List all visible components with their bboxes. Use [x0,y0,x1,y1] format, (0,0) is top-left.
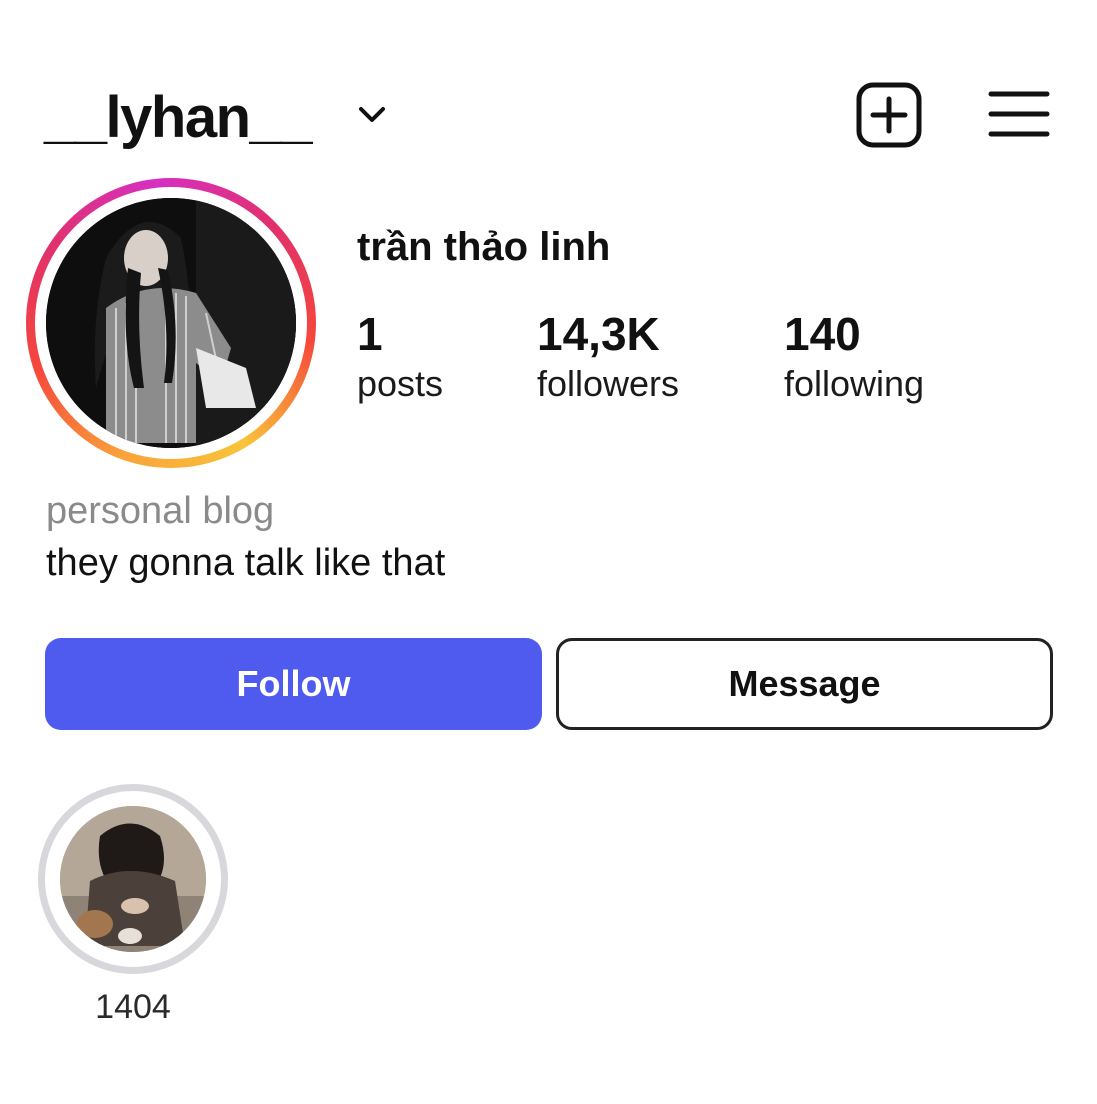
message-button[interactable]: Message [556,638,1053,730]
stat-followers-label: followers [537,363,680,404]
highlight-label: 1404 [95,988,171,1026]
profile-username[interactable]: __lyhan__ [44,78,313,158]
plus-square-icon [856,82,922,148]
create-post-button[interactable] [856,82,922,148]
profile-category: personal blog [46,490,275,532]
profile-full-name: trần thảo linh [357,225,611,269]
menu-button[interactable] [986,86,1052,142]
story-highlight[interactable] [38,784,228,974]
chevron-down-icon[interactable] [355,98,389,132]
stat-following-label: following [784,363,925,404]
stat-following-value: 140 [784,308,861,360]
profile-bio: they gonna talk like that [46,542,446,584]
stat-followers-value: 14,3K [537,308,660,360]
follow-button[interactable]: Follow [45,638,542,730]
avatar-photo [46,198,296,448]
stat-followers[interactable]: 14,3K followers [537,306,679,406]
stat-posts[interactable]: 1 posts [357,306,443,406]
hamburger-menu-icon [988,91,1050,137]
highlight-cover [60,806,206,952]
stat-following[interactable]: 140 following [784,306,924,406]
stat-posts-value: 1 [357,308,383,360]
profile-avatar[interactable] [26,178,316,468]
stat-posts-label: posts [357,363,444,404]
